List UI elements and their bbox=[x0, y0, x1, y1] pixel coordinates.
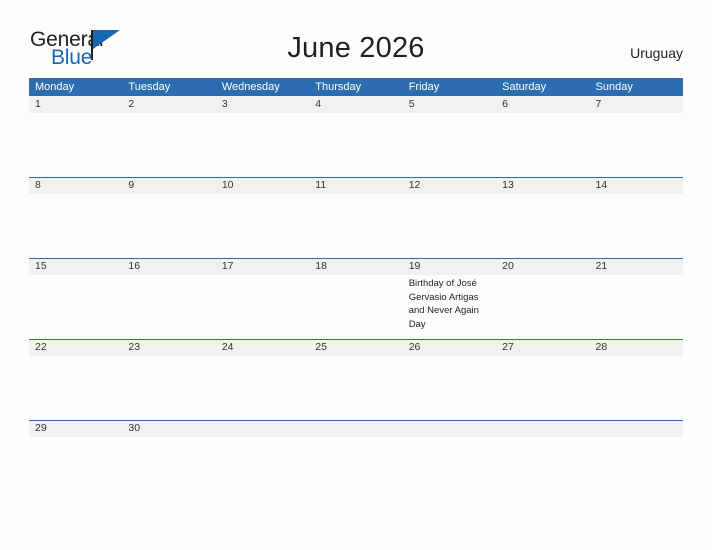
day-number: 1 bbox=[35, 98, 41, 110]
day-number: 3 bbox=[221, 98, 228, 110]
day-cell[interactable]: 24 bbox=[216, 339, 309, 420]
day-cell[interactable]: 6 bbox=[496, 96, 589, 177]
day-cell[interactable]: 10 bbox=[216, 177, 309, 258]
day-cell[interactable]: 15 bbox=[29, 258, 122, 339]
weekday-header-thursday: Thursday bbox=[315, 81, 362, 93]
day-number: 17 bbox=[221, 260, 234, 272]
day-cell[interactable]: 2 bbox=[122, 96, 215, 177]
day-number: 9 bbox=[128, 179, 135, 191]
day-number: 24 bbox=[221, 341, 234, 353]
day-cell[interactable]: 30 bbox=[122, 420, 215, 501]
day-cell[interactable]: 8 bbox=[29, 177, 122, 258]
calendar-page: General Blue June 2026 Uruguay Monday Tu… bbox=[0, 0, 712, 550]
day-number: 26 bbox=[408, 341, 421, 353]
day-number: 15 bbox=[35, 260, 47, 272]
day-cell[interactable]: 17 bbox=[216, 258, 309, 339]
day-number: 7 bbox=[595, 98, 602, 110]
day-number: 4 bbox=[315, 98, 322, 110]
calendar-grid: Monday Tuesday Wednesday Thursday Friday… bbox=[29, 78, 683, 440]
calendar-week-row: 29 30 bbox=[29, 420, 683, 440]
day-cell[interactable]: 18 bbox=[309, 258, 402, 339]
day-cell-empty bbox=[403, 420, 496, 501]
day-number: 25 bbox=[315, 341, 327, 353]
week-day-cells: 29 30 bbox=[29, 420, 683, 501]
day-cell[interactable]: 21 bbox=[590, 258, 683, 339]
day-number: 18 bbox=[315, 260, 327, 272]
day-number: 19 bbox=[408, 260, 421, 272]
weekday-header-wednesday: Wednesday bbox=[221, 81, 280, 93]
day-number: 21 bbox=[595, 260, 608, 272]
day-number: 22 bbox=[35, 341, 47, 353]
day-number: 13 bbox=[502, 179, 514, 191]
calendar-week-row: 15 16 17 18 19 Birthday of José Gervasio Arti… bbox=[29, 258, 683, 339]
day-cell[interactable]: 20 bbox=[496, 258, 589, 339]
weekday-header-row: Monday Tuesday Wednesday Thursday Friday… bbox=[29, 78, 683, 96]
day-number: 27 bbox=[502, 341, 514, 353]
holiday-event-label: Birthday of José Gervasio Artigas and Ne… bbox=[408, 278, 479, 330]
day-cell[interactable]: 4 bbox=[309, 96, 402, 177]
day-cell[interactable]: 5 bbox=[403, 96, 496, 177]
day-cell[interactable]: 29 bbox=[29, 420, 122, 501]
day-cell[interactable]: 25 bbox=[309, 339, 402, 420]
week-day-cells: 22 23 24 25 26 27 28 bbox=[29, 339, 683, 420]
day-number: 29 bbox=[35, 422, 47, 434]
day-number: 30 bbox=[128, 422, 141, 434]
day-cell[interactable]: 26 bbox=[403, 339, 496, 420]
day-number: 28 bbox=[595, 341, 608, 353]
day-cell[interactable]: 28 bbox=[590, 339, 683, 420]
day-cell[interactable]: 11 bbox=[309, 177, 402, 258]
weekday-header-friday: Friday bbox=[408, 81, 440, 93]
day-cell-empty bbox=[496, 420, 589, 501]
calendar-week-row: 22 23 24 25 26 27 28 bbox=[29, 339, 683, 420]
weekday-header-sunday: Sunday bbox=[595, 81, 633, 93]
page-header: General Blue June 2026 Uruguay bbox=[0, 0, 712, 78]
day-cell[interactable]: 7 bbox=[590, 96, 683, 177]
day-number: 2 bbox=[128, 98, 135, 110]
day-cell[interactable]: 16 bbox=[122, 258, 215, 339]
day-number: 20 bbox=[502, 260, 514, 272]
day-number: 10 bbox=[221, 179, 234, 191]
day-cell[interactable]: 14 bbox=[590, 177, 683, 258]
day-number: 16 bbox=[128, 260, 141, 272]
day-cell-empty bbox=[590, 420, 683, 501]
day-cell[interactable]: 19 Birthday of José Gervasio Artigas and … bbox=[403, 258, 496, 339]
week-day-cells: 1 2 3 4 5 6 7 bbox=[29, 96, 683, 177]
day-cell[interactable]: 9 bbox=[122, 177, 215, 258]
weekday-header-monday: Monday bbox=[35, 81, 75, 93]
day-cell-empty bbox=[309, 420, 402, 501]
day-cell[interactable]: 23 bbox=[122, 339, 215, 420]
weekday-header-tuesday: Tuesday bbox=[128, 81, 171, 93]
day-cell[interactable]: 22 bbox=[29, 339, 122, 420]
day-number: 8 bbox=[35, 179, 41, 191]
calendar-week-row: 8 9 10 11 12 13 14 bbox=[29, 177, 683, 258]
weekday-header-saturday: Saturday bbox=[502, 81, 547, 93]
day-cell[interactable]: 12 bbox=[403, 177, 496, 258]
day-cell-empty bbox=[216, 420, 309, 501]
day-number: 5 bbox=[408, 98, 415, 110]
country-label: Uruguay bbox=[630, 45, 683, 61]
day-events: Birthday of José Gervasio Artigas and Ne… bbox=[409, 275, 492, 331]
day-number: 6 bbox=[502, 98, 508, 110]
day-number: 14 bbox=[595, 179, 608, 191]
day-cell[interactable]: 1 bbox=[29, 96, 122, 177]
day-number: 23 bbox=[128, 341, 141, 353]
day-cell[interactable]: 13 bbox=[496, 177, 589, 258]
day-number: 11 bbox=[315, 179, 327, 191]
calendar-week-row: 1 2 3 4 5 6 7 bbox=[29, 96, 683, 177]
day-number: 12 bbox=[408, 179, 421, 191]
week-day-cells: 15 16 17 18 19 Birthday of José Gervasio Arti… bbox=[29, 258, 683, 339]
week-day-cells: 8 9 10 11 12 13 14 bbox=[29, 177, 683, 258]
day-cell[interactable]: 27 bbox=[496, 339, 589, 420]
calendar-weeks: 1 2 3 4 5 6 7 8 9 10 11 12 13 14 15 16 17 18 19 Birthday of… bbox=[29, 96, 683, 440]
day-cell[interactable]: 3 bbox=[216, 96, 309, 177]
page-title: June 2026 bbox=[287, 32, 425, 64]
